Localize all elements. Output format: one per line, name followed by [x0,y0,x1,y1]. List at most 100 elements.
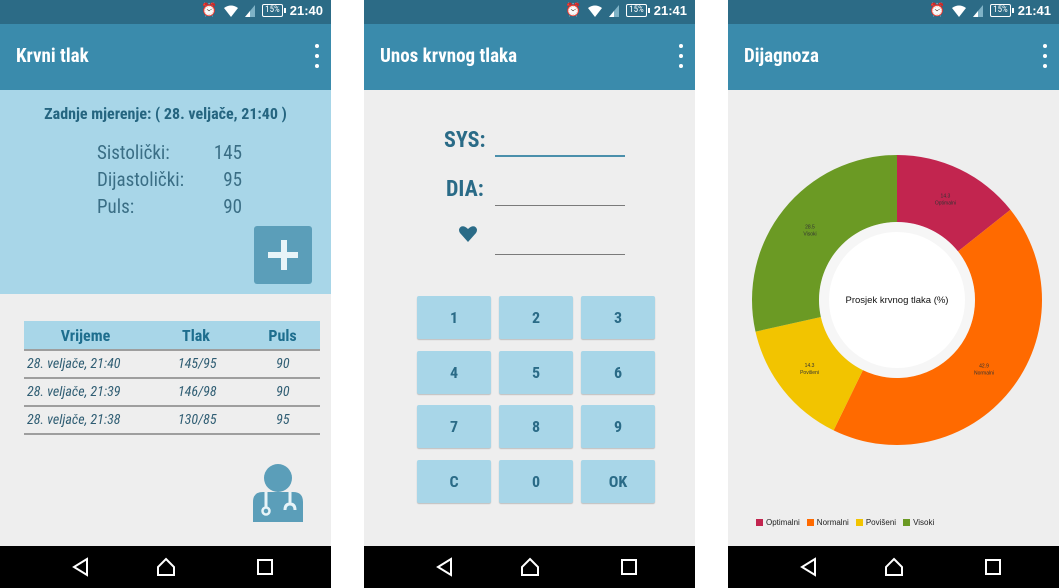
slice-value-label: 42.9 [979,364,989,370]
key-1[interactable]: 1 [417,296,491,339]
wifi-icon [224,5,239,17]
signal-icon [245,4,256,17]
screen-krvni-tlak: ⏰ 15% 21:40 Krvni tlak Zadnje mjerenje: … [0,0,331,588]
donut-chart[interactable]: 14.3Optimalni42.9Normalni14.3Povišeni28.… [752,155,1042,445]
slice-value-label: 14.3 [941,194,951,200]
recents-icon[interactable] [619,557,639,577]
header-tlak: Tlak [182,325,210,345]
diastolic-label: Dijastolički: [97,168,185,191]
app-bar: Unos krvnog tlaka [364,24,695,90]
back-icon[interactable] [435,557,455,577]
chart-legend: Optimalni Normalni Povišeni Visoki [756,518,937,527]
nav-bar [364,546,695,588]
alarm-icon: ⏰ [928,3,946,18]
legend-item-visoki: Visoki [903,518,934,527]
key-6[interactable]: 6 [581,351,655,394]
cell-pulse: 95 [276,412,290,428]
chart-center-label: Prosjek krvnog tlaka (%) [846,295,949,306]
overflow-menu-icon[interactable] [313,42,321,70]
systolic-value: 145 [213,141,242,164]
header-puls: Puls [268,325,297,345]
home-icon[interactable] [520,557,540,577]
back-icon[interactable] [799,557,819,577]
back-icon[interactable] [71,557,91,577]
status-bar: ⏰ 15% 21:41 [364,0,695,24]
last-measurement-panel: Zadnje mjerenje: ( 28. veljače, 21:40 ) … [0,90,331,294]
alarm-icon: ⏰ [564,3,582,18]
legend-swatch [756,519,763,526]
table-row[interactable]: 28. veljače, 21:39 146/98 90 [24,379,320,407]
key-4[interactable]: 4 [417,351,491,394]
cell-pulse: 90 [276,384,290,400]
dia-label: DIA: [446,177,484,202]
legend-swatch [903,519,911,526]
legend-label: Visoki [913,518,935,527]
table-row[interactable]: 28. veljače, 21:38 130/85 95 [24,407,320,435]
add-measurement-button[interactable] [254,226,312,284]
key-clear[interactable]: C [417,460,491,503]
app-bar: Krvni tlak [0,24,331,90]
key-0[interactable]: 0 [499,460,573,503]
sys-input[interactable] [495,155,625,157]
key-9[interactable]: 9 [581,405,655,448]
legend-item-normalni: Normalni [806,518,849,527]
dia-input[interactable] [495,205,625,206]
clock: 21:40 [289,3,323,18]
key-3[interactable]: 3 [581,296,655,339]
last-measurement-title: Zadnje mjerenje: ( 28. veljače, 21:40 ) [44,104,287,123]
signal-icon [609,4,620,17]
battery-icon: 15% [990,4,1014,17]
cell-time: 28. veljače, 21:38 [27,412,121,428]
slice-value-label: 28.5 [805,224,815,230]
home-icon[interactable] [884,557,904,577]
cell-time: 28. veljače, 21:40 [27,356,121,372]
overflow-menu-icon[interactable] [1041,42,1049,70]
legend-swatch [855,519,863,526]
legend-label: Normalni [816,518,849,527]
recents-icon[interactable] [983,557,1003,577]
heart-icon [459,226,477,242]
battery-icon: 15% [262,4,286,17]
pulse-label: Puls: [97,195,135,218]
doctor-icon[interactable] [251,462,305,522]
key-2[interactable]: 2 [499,296,573,339]
screen-dijagnoza: ⏰ 15% 21:41 Dijagnoza 14.3 Optimalni 42.9 N… [728,0,1059,588]
key-8[interactable]: 8 [499,405,573,448]
overflow-menu-icon[interactable] [677,42,685,70]
status-bar: ⏰ 15% 21:40 [0,0,331,24]
clock: 21:41 [1017,3,1051,18]
recents-icon[interactable] [255,557,275,577]
signal-icon [973,4,984,17]
table-row[interactable]: 28. veljače, 21:40 145/95 90 [24,351,320,379]
history-table: Vrijeme Tlak Puls 28. veljače, 21:40 145… [24,321,320,435]
key-7[interactable]: 7 [417,405,491,448]
home-icon[interactable] [156,557,176,577]
cell-pressure: 146/98 [177,384,217,400]
alarm-icon: ⏰ [200,3,218,18]
slice-name-label: Normalni [974,371,994,377]
legend-item-povišeni: Povišeni [855,518,897,527]
cell-pulse: 90 [276,356,290,372]
slice-value-label: 14.3 [805,363,815,369]
legend-swatch [806,519,814,526]
wifi-icon [952,5,967,17]
cell-time: 28. veljače, 21:39 [27,384,121,400]
sys-label: SYS: [444,128,486,153]
nav-bar [728,546,1059,588]
legend-label: Povišeni [865,518,897,527]
slice-name-label: Optimalni [935,201,956,207]
key-5[interactable]: 5 [499,351,573,394]
header-vrijeme: Vrijeme [60,325,111,345]
page-title: Krvni tlak [16,44,89,67]
app-bar: Dijagnoza [728,24,1059,90]
key-ok[interactable]: OK [581,460,655,503]
pulse-input[interactable] [495,254,625,255]
battery-icon: 15% [626,4,650,17]
cell-pressure: 130/85 [177,412,217,428]
diastolic-value: 95 [223,168,242,191]
page-title: Unos krvnog tlaka [380,44,518,67]
slice-name-label: Povišeni [800,370,819,376]
wifi-icon [588,5,603,17]
systolic-label: Sistolički: [97,141,170,164]
pulse-value: 90 [223,195,242,218]
